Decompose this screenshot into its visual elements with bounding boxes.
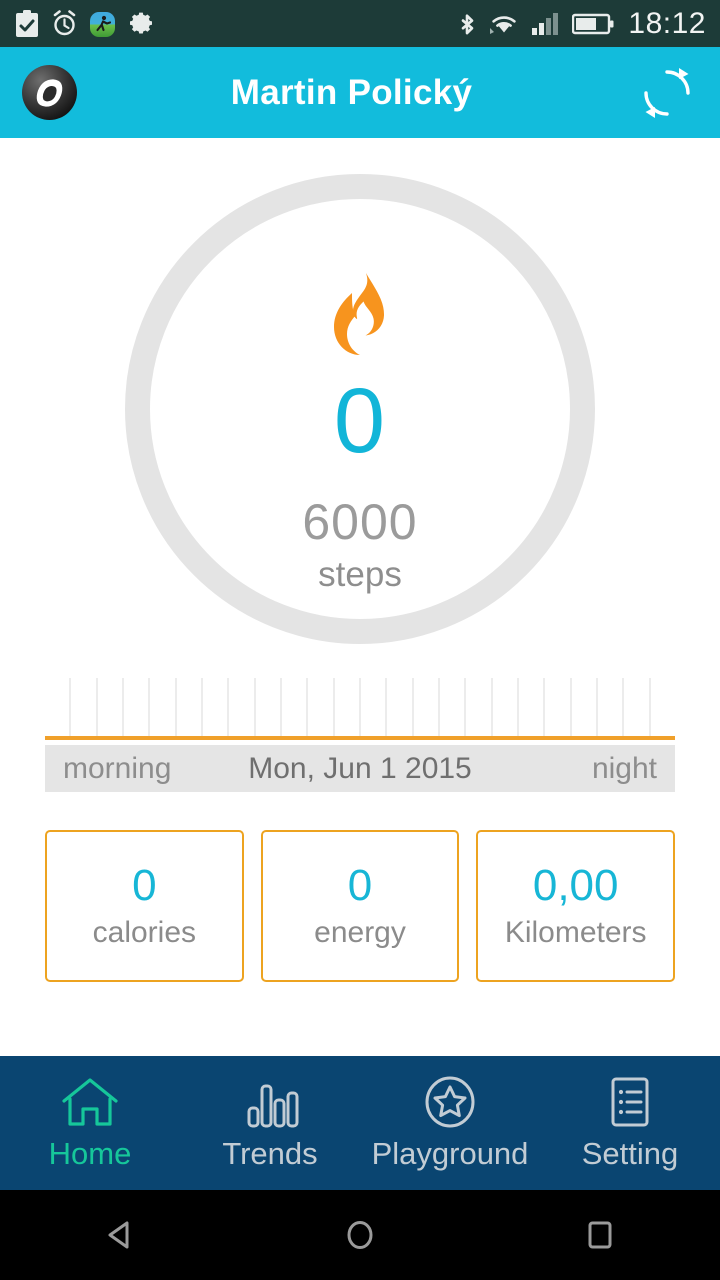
- kilometers-card[interactable]: 0,00 Kilometers: [476, 830, 676, 982]
- system-back-button[interactable]: [0, 1212, 240, 1258]
- phone-screen: 18:12 Martin Polický 0 6000 steps mornin…: [0, 0, 720, 1280]
- energy-value: 0: [347, 861, 373, 910]
- app-header: Martin Polický: [0, 47, 720, 138]
- home-icon: [62, 1077, 118, 1126]
- bluetooth-icon: [462, 13, 474, 34]
- current-steps-value: 0: [333, 370, 387, 472]
- star-circle-icon: [425, 1076, 475, 1127]
- fitness-app-icon: [90, 11, 115, 37]
- nav-item-playground[interactable]: Playground: [360, 1056, 540, 1190]
- energy-label: energy: [314, 916, 406, 949]
- battery-icon: [572, 13, 614, 34]
- status-bar-right-icons: 18:12: [457, 7, 706, 41]
- cell-signal-icon: [532, 12, 559, 35]
- steps-progress-ring[interactable]: 0 6000 steps: [125, 174, 595, 644]
- timeline-gridlines: [45, 678, 675, 736]
- kilometers-label: Kilometers: [504, 916, 647, 949]
- metric-cards-row: 0 calories 0 energy 0,00 Kilometers: [45, 830, 676, 982]
- steps-unit-label: steps: [318, 554, 402, 594]
- sync-refresh-icon: [644, 67, 690, 118]
- recents-square-icon: [588, 1221, 612, 1249]
- status-bar-clock: 18:12: [628, 6, 706, 40]
- nav-label-trends: Trends: [222, 1135, 318, 1171]
- gear-icon: [130, 12, 152, 34]
- back-triangle-icon: [108, 1221, 129, 1249]
- nav-label-playground: Playground: [371, 1135, 529, 1171]
- ring-content: 0 6000 steps: [150, 199, 570, 619]
- bottom-navigation: Home Trends Playground Setting: [0, 1056, 720, 1190]
- status-bar-left-icons: [14, 9, 155, 38]
- system-recents-button[interactable]: [480, 1212, 720, 1258]
- list-document-icon: [611, 1077, 649, 1126]
- wifi-icon: [490, 15, 517, 34]
- timeline-date-label: Mon, Jun 1 2015: [248, 751, 472, 785]
- activity-timeline-chart[interactable]: [45, 678, 675, 740]
- calories-card[interactable]: 0 calories: [45, 830, 244, 982]
- android-system-nav: [0, 1190, 720, 1280]
- main-content: 0 6000 steps morning Mon, Jun 1 2015 nig…: [0, 138, 720, 1056]
- status-bar: 18:12: [0, 0, 720, 47]
- energy-card[interactable]: 0 energy: [260, 830, 460, 982]
- home-circle-icon: [347, 1221, 373, 1249]
- goal-steps-value: 6000: [302, 493, 418, 550]
- nav-item-setting[interactable]: Setting: [540, 1056, 720, 1190]
- system-home-button[interactable]: [240, 1212, 480, 1258]
- calories-label: calories: [92, 916, 197, 949]
- page-title: Martin Polický: [230, 72, 473, 112]
- nav-item-trends[interactable]: Trends: [180, 1056, 360, 1190]
- nav-label-setting: Setting: [581, 1135, 679, 1171]
- timeline-date-bar[interactable]: morning Mon, Jun 1 2015 night: [45, 745, 675, 792]
- calories-value: 0: [132, 861, 157, 910]
- sync-button[interactable]: [636, 62, 698, 124]
- alarm-clock-icon: [51, 9, 78, 37]
- nav-item-home[interactable]: Home: [0, 1056, 180, 1190]
- bar-chart-icon: [247, 1084, 299, 1127]
- clipboard-check-icon: [16, 9, 38, 37]
- nav-label-home: Home: [48, 1135, 132, 1171]
- flame-icon: [334, 273, 385, 355]
- kilometers-value: 0,00: [532, 861, 619, 910]
